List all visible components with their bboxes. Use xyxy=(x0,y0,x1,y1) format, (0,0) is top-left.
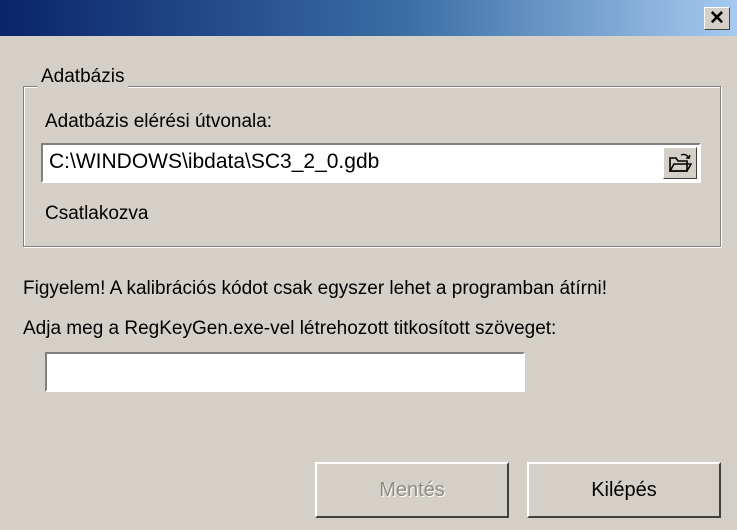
open-folder-icon xyxy=(668,153,692,172)
close-button[interactable]: ✕ xyxy=(704,7,730,30)
database-group-legend: Adatbázis xyxy=(37,66,129,88)
key-input[interactable] xyxy=(45,352,525,392)
database-path-field[interactable]: C:\WINDOWS\ibdata\SC3_2_0.gdb xyxy=(41,143,701,183)
title-bar[interactable]: ✕ xyxy=(0,0,737,36)
warning-text: Figyelem! A kalibrációs kódot csak egysz… xyxy=(23,278,608,299)
dialog-window: ✕ Adatbázis Adatbázis elérési útvonala: … xyxy=(0,0,737,530)
key-prompt-label: Adja meg a RegKeyGen.exe-vel létrehozott… xyxy=(23,318,557,339)
close-icon: ✕ xyxy=(709,8,725,29)
exit-button[interactable]: Kilépés xyxy=(527,462,721,518)
save-button[interactable]: Mentés xyxy=(315,462,509,518)
connection-status: Csatlakozva xyxy=(45,203,149,224)
path-label: Adatbázis elérési útvonala: xyxy=(45,111,273,132)
database-path-value: C:\WINDOWS\ibdata\SC3_2_0.gdb xyxy=(49,150,380,173)
browse-button[interactable] xyxy=(663,147,697,179)
